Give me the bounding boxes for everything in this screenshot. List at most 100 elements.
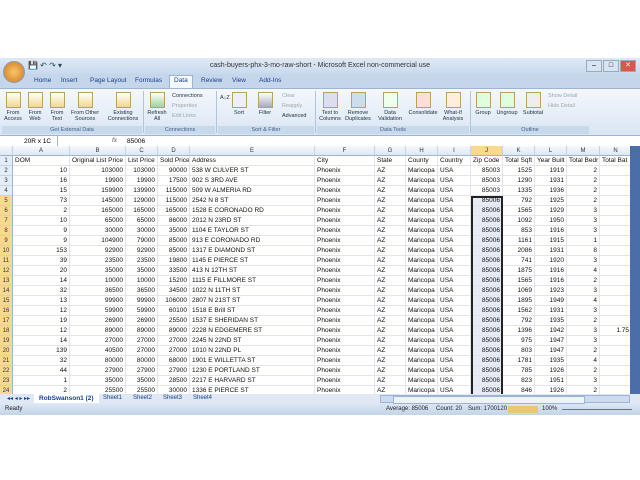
table-cell[interactable]: Phoenix [315, 356, 375, 366]
row-header[interactable]: 19 [0, 336, 13, 346]
table-cell[interactable]: 80000 [70, 356, 126, 366]
table-cell[interactable]: Maricopa [406, 186, 438, 196]
table-cell[interactable]: Phoenix [315, 266, 375, 276]
zoom-slider[interactable] [562, 409, 632, 410]
table-cell[interactable]: Phoenix [315, 306, 375, 316]
table-cell[interactable]: 40500 [70, 346, 126, 356]
table-cell[interactable]: 3 [567, 326, 600, 336]
table-cell[interactable]: AZ [375, 306, 406, 316]
table-cell[interactable]: 1951 [535, 376, 567, 386]
table-cell[interactable]: 23500 [70, 256, 126, 266]
table-cell[interactable]: USA [438, 286, 471, 296]
table-cell[interactable]: 2 [567, 186, 600, 196]
column-heading-cell[interactable]: List Price [126, 156, 158, 166]
from-web-button[interactable]: From Web [26, 92, 44, 122]
table-cell[interactable]: 59900 [126, 306, 158, 316]
minimize-button[interactable]: – [586, 60, 602, 72]
row-header[interactable]: 12 [0, 266, 13, 276]
table-cell[interactable]: 1916 [535, 276, 567, 286]
filter-button[interactable]: Filter [256, 92, 274, 116]
tab-home[interactable]: Home [30, 76, 55, 85]
table-cell[interactable]: 1935 [535, 316, 567, 326]
from-other-sources-button[interactable]: From Other Sources [68, 92, 102, 122]
table-cell[interactable]: 85000 [158, 246, 190, 256]
table-cell[interactable]: 823 [503, 376, 535, 386]
table-cell[interactable] [600, 316, 630, 326]
table-cell[interactable]: 85006 [471, 226, 503, 236]
table-cell[interactable]: 1317 E DIAMOND ST [190, 246, 315, 256]
table-cell[interactable] [600, 246, 630, 256]
table-cell[interactable]: 2 [567, 196, 600, 206]
column-header-i[interactable]: I [438, 146, 471, 156]
table-cell[interactable]: 1518 E Brill ST [190, 306, 315, 316]
table-cell[interactable]: Maricopa [406, 196, 438, 206]
table-cell[interactable]: 104900 [70, 236, 126, 246]
table-cell[interactable]: 1916 [535, 226, 567, 236]
sheet-tab-sheet4[interactable]: Sheet4 [188, 394, 217, 402]
column-heading-cell[interactable]: Total Bedr [567, 156, 600, 166]
sort-ascending-button[interactable]: A↓Z [220, 95, 230, 101]
sheet-tab-robswanson1-2[interactable]: RobSwanson1 (2) [34, 394, 99, 403]
table-cell[interactable]: 14 [13, 276, 70, 286]
table-cell[interactable]: 2 [13, 206, 70, 216]
table-cell[interactable]: USA [438, 336, 471, 346]
properties-button[interactable]: Properties [172, 103, 197, 109]
table-cell[interactable] [600, 186, 630, 196]
table-cell[interactable]: 3 [567, 336, 600, 346]
table-cell[interactable]: 1915 [535, 236, 567, 246]
table-cell[interactable]: 14 [13, 336, 70, 346]
column-heading-cell[interactable]: State [375, 156, 406, 166]
table-cell[interactable]: 32 [13, 356, 70, 366]
table-cell[interactable]: 85006 [471, 196, 503, 206]
column-header-j[interactable]: J [471, 146, 503, 156]
row-header[interactable]: 18 [0, 326, 13, 336]
sort-button[interactable]: Sort [232, 92, 247, 116]
table-cell[interactable]: Maricopa [406, 356, 438, 366]
table-cell[interactable]: 139 [13, 346, 70, 356]
row-header[interactable]: 21 [0, 356, 13, 366]
table-cell[interactable]: Maricopa [406, 206, 438, 216]
table-cell[interactable]: 792 [503, 316, 535, 326]
vertical-scrollbar[interactable] [630, 146, 640, 394]
table-cell[interactable]: AZ [375, 166, 406, 176]
table-cell[interactable]: 1947 [535, 336, 567, 346]
table-cell[interactable]: Phoenix [315, 276, 375, 286]
table-cell[interactable]: 27000 [126, 336, 158, 346]
table-cell[interactable]: 2 [567, 366, 600, 376]
tab-formulas[interactable]: Formulas [131, 76, 166, 85]
tab-insert[interactable]: Insert [57, 76, 81, 85]
refresh-all-button[interactable]: Refresh All [146, 92, 168, 122]
table-cell[interactable]: 30000 [126, 226, 158, 236]
table-cell[interactable]: 1875 [503, 266, 535, 276]
table-cell[interactable]: 27000 [70, 336, 126, 346]
table-cell[interactable]: AZ [375, 296, 406, 306]
table-cell[interactable] [600, 336, 630, 346]
table-cell[interactable]: 803 [503, 346, 535, 356]
insert-function-icon[interactable]: fx [112, 137, 117, 144]
table-cell[interactable]: 509 W ALMERIA RD [190, 186, 315, 196]
view-buttons[interactable] [508, 406, 538, 413]
table-cell[interactable]: 792 [503, 196, 535, 206]
table-cell[interactable] [600, 226, 630, 236]
table-cell[interactable]: 2807 N 21ST ST [190, 296, 315, 306]
table-cell[interactable]: Maricopa [406, 286, 438, 296]
table-cell[interactable]: 36500 [126, 286, 158, 296]
table-cell[interactable]: USA [438, 316, 471, 326]
table-cell[interactable]: 1949 [535, 296, 567, 306]
row-header[interactable]: 7 [0, 216, 13, 226]
table-cell[interactable]: 1525 [503, 166, 535, 176]
hide-detail-button[interactable]: Hide Detail [548, 103, 575, 109]
table-cell[interactable]: Maricopa [406, 216, 438, 226]
table-cell[interactable]: 12 [13, 306, 70, 316]
table-cell[interactable]: 85006 [471, 386, 503, 394]
table-cell[interactable]: 3 [567, 216, 600, 226]
tab-data[interactable]: Data [169, 75, 193, 89]
column-header-k[interactable]: K [503, 146, 535, 156]
table-cell[interactable]: AZ [375, 346, 406, 356]
table-cell[interactable]: 1022 N 11TH ST [190, 286, 315, 296]
table-cell[interactable]: 139900 [126, 186, 158, 196]
table-cell[interactable]: 1895 [503, 296, 535, 306]
table-cell[interactable]: 79000 [126, 236, 158, 246]
table-cell[interactable]: 80000 [126, 356, 158, 366]
table-cell[interactable]: 153 [13, 246, 70, 256]
